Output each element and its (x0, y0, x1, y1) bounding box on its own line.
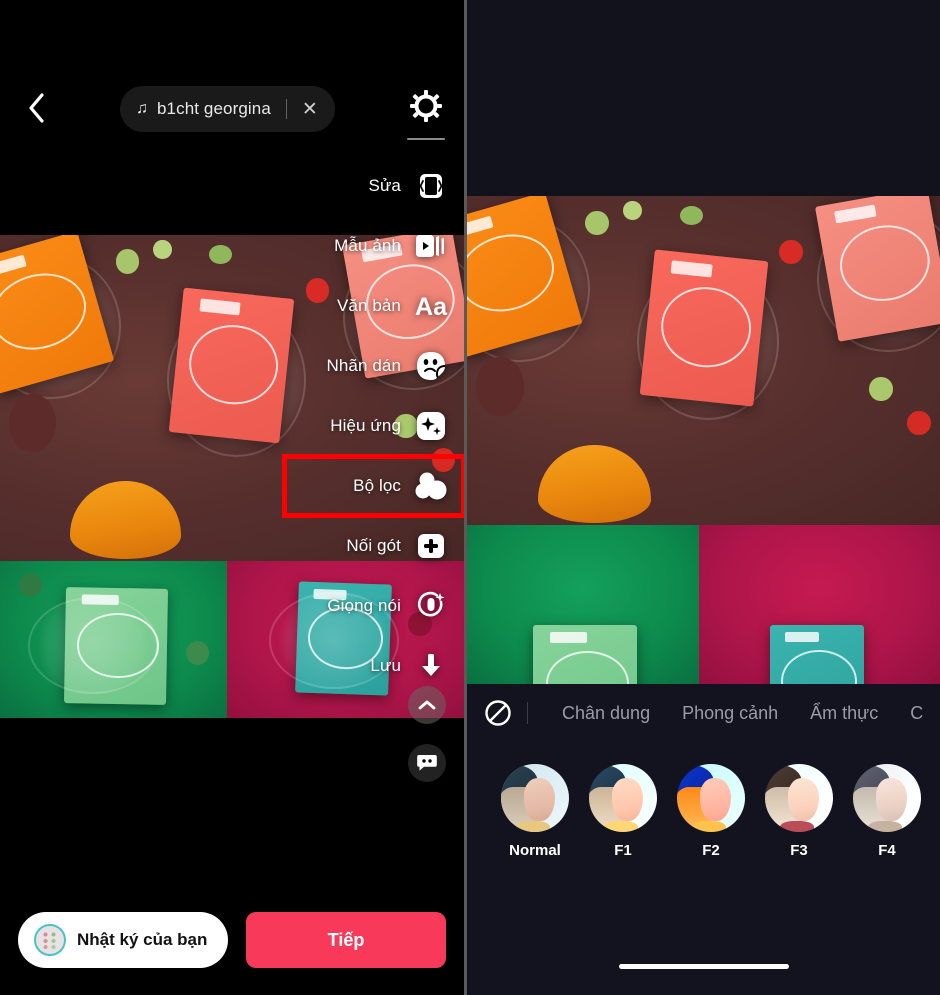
tool-label: Nhãn dán (326, 356, 401, 375)
svg-text:Aa: Aa (415, 293, 448, 320)
tool-noi-got[interactable]: Nối gót (284, 516, 464, 576)
filter-tab-chan-dung[interactable]: Chân dung (546, 703, 666, 724)
editor-tool-menu: Sửa Mẫu ảnh Văn bản Aa Nhãn dán Hiệu ứng… (282, 156, 464, 696)
filter-thumbnail-strip[interactable]: Normal F1 F2 F3 F4 (467, 764, 940, 894)
tool-label: Hiệu ứng (330, 416, 401, 435)
filter-label: F3 (790, 842, 808, 859)
tool-label: Mẫu ảnh (334, 236, 401, 255)
filter-thumbnail (589, 764, 657, 832)
filter-thumbnail (501, 764, 569, 832)
gear-icon (410, 90, 442, 122)
toolbar-divider (407, 138, 445, 140)
filter-item-f4[interactable]: F4 (843, 764, 931, 894)
tool-label: Bộ lọc (353, 476, 401, 495)
filter-tab-phong-canh[interactable]: Phong cảnh (666, 703, 794, 724)
left-bottom-bar: Nhật ký của bạn Tiếp (0, 885, 464, 995)
diary-button[interactable]: Nhật ký của bạn (18, 912, 228, 968)
music-track-title: b1cht georgina (157, 99, 271, 118)
tool-luu[interactable]: Lưu (284, 636, 464, 696)
chevron-up-icon (418, 700, 436, 710)
filter-category-tabs: Chân dung Phong cảnh Ẩm thực C (467, 684, 940, 742)
back-button[interactable] (16, 88, 56, 128)
tool-giong-noi[interactable]: Giọng nói (284, 576, 464, 636)
tool-label: Văn bản (336, 296, 401, 315)
right-phone-panel: Chân dung Phong cảnh Ẩm thực C Normal F1 (467, 0, 940, 995)
tool-sua[interactable]: Sửa (284, 156, 464, 216)
tool-bo-loc[interactable]: Bộ lọc (282, 454, 464, 518)
plus-add-icon (412, 527, 450, 565)
trim-edit-icon (412, 167, 450, 205)
filter-item-f3[interactable]: F3 (755, 764, 843, 894)
chevron-left-icon (29, 93, 44, 123)
filter-label: Normal (509, 842, 561, 859)
right-preview-photo[interactable] (467, 196, 940, 684)
tool-label: Sửa (368, 176, 401, 195)
filter-item-partial[interactable] (931, 764, 940, 894)
settings-button[interactable] (402, 82, 450, 130)
diary-button-label: Nhật ký của bạn (77, 930, 208, 949)
left-topbar: ♫ b1cht georgina ✕ (0, 0, 464, 165)
tool-label: Nối gót (346, 536, 401, 555)
tool-label: Lưu (370, 656, 401, 675)
filter-thumbnail (677, 764, 745, 832)
music-track-pill[interactable]: ♫ b1cht georgina ✕ (120, 86, 335, 132)
avatar (34, 924, 66, 956)
next-button-label: Tiếp (327, 929, 365, 950)
filter-item-normal[interactable]: Normal (491, 764, 579, 894)
filter-tab-partial[interactable]: C (894, 703, 939, 724)
tool-van-ban[interactable]: Văn bản Aa (284, 276, 464, 336)
no-filter-prohibition-icon[interactable] (479, 694, 517, 732)
filter-sheet: Chân dung Phong cảnh Ẩm thực C Normal F1 (467, 684, 940, 995)
text-aa-icon: Aa (412, 287, 450, 325)
tool-hieu-ung[interactable]: Hiệu ứng (284, 396, 464, 456)
music-note-icon: ♫ (136, 100, 148, 117)
filter-label: F1 (614, 842, 632, 859)
filter-thumbnail (765, 764, 833, 832)
photo-template-icon (412, 227, 450, 265)
tool-label: Giọng nói (327, 596, 401, 615)
divider (527, 702, 528, 724)
sticker-icon (412, 347, 450, 385)
divider (285, 99, 287, 119)
download-save-icon (412, 647, 450, 685)
tool-mau-anh[interactable]: Mẫu ảnh (284, 216, 464, 276)
filter-tab-am-thuc[interactable]: Ẩm thực (794, 703, 894, 724)
voice-mic-icon (412, 587, 450, 625)
next-button[interactable]: Tiếp (246, 912, 446, 968)
effects-sparkle-icon (412, 407, 450, 445)
filter-thumbnail (853, 764, 921, 832)
comment-button[interactable] (408, 744, 446, 782)
screenshot-root: ♫ b1cht georgina ✕ Sửa Mẫu ảnh Văn bản A… (0, 0, 940, 995)
left-phone-panel: ♫ b1cht georgina ✕ Sửa Mẫu ảnh Văn bản A… (0, 0, 464, 995)
home-indicator (618, 964, 789, 969)
comment-bubble-icon (417, 755, 437, 771)
tool-nhan-dan[interactable]: Nhãn dán (284, 336, 464, 396)
filter-label: F4 (878, 842, 896, 859)
filter-item-f1[interactable]: F1 (579, 764, 667, 894)
filter-label: F2 (702, 842, 720, 859)
filters-circles-icon (412, 467, 450, 505)
close-icon[interactable]: ✕ (299, 100, 321, 119)
collapse-tools-button[interactable] (408, 686, 446, 724)
filter-item-f2[interactable]: F2 (667, 764, 755, 894)
